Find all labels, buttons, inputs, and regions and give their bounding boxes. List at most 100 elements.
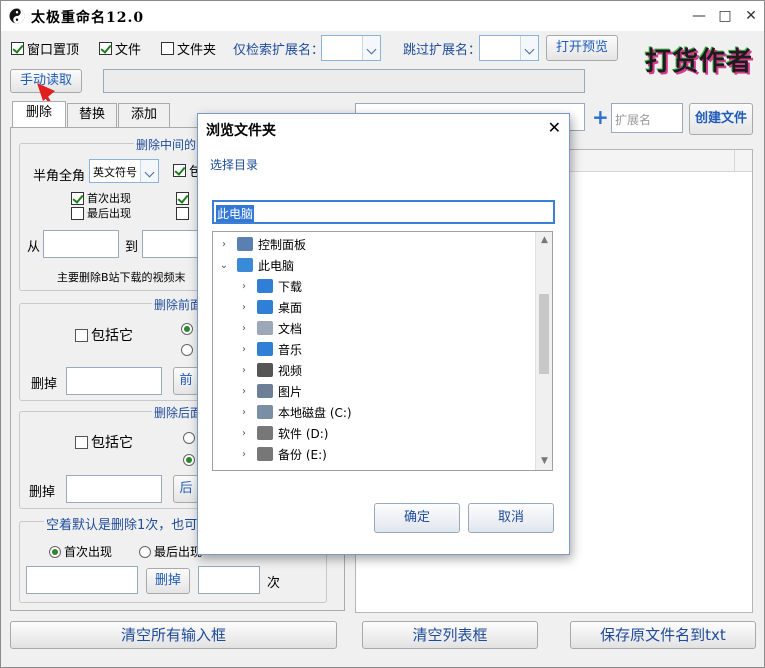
dialog-path-field[interactable]: 此电脑: [212, 200, 555, 224]
back-delete-input[interactable]: [66, 475, 162, 503]
checkbox-checked-icon: [11, 41, 24, 55]
dialog-title: 浏览文件夹: [206, 123, 276, 139]
count-times-input[interactable]: [198, 566, 260, 594]
tree-scrollbar[interactable]: ▲ ▼: [535, 232, 552, 470]
to-label: 到: [125, 240, 139, 255]
back-include-checkbox[interactable]: 包括它: [75, 433, 133, 451]
tree-item[interactable]: › 软件 (D:): [237, 423, 328, 443]
extension-placeholder: 扩展名: [615, 113, 652, 127]
maximize-button[interactable]: □: [713, 5, 737, 27]
tree-item[interactable]: › 图片: [237, 381, 302, 401]
cancel-button[interactable]: 取消: [468, 503, 554, 533]
tree-item[interactable]: › 文档: [237, 318, 302, 338]
chevron-down-icon: [362, 36, 380, 60]
back-radio-2[interactable]: [183, 454, 195, 466]
pin-window-checkbox[interactable]: 窗口置顶: [11, 39, 79, 58]
dialog-path-value: 此电脑: [216, 205, 255, 222]
count-delete-button[interactable]: 删掉: [146, 568, 190, 594]
tree-item-label: 控制面板: [258, 237, 307, 252]
tab-replace[interactable]: 替换: [67, 103, 117, 127]
tree-item[interactable]: › 本地磁盘 (C:): [237, 402, 352, 422]
chevron-right-icon[interactable]: ›: [237, 365, 251, 376]
tree-item[interactable]: ⌄ 此电脑: [217, 255, 294, 275]
tree-item[interactable]: › 视频: [237, 360, 302, 380]
chevron-right-icon[interactable]: ›: [237, 428, 251, 439]
file-checkbox[interactable]: 文件: [99, 39, 141, 58]
checkbox-checked-icon: [173, 163, 186, 177]
chevron-right-icon[interactable]: ›: [237, 302, 251, 313]
scroll-down-icon[interactable]: ▼: [536, 453, 552, 470]
checkbox-unchecked-icon: [176, 206, 189, 220]
dialog-close-icon[interactable]: ✕: [548, 118, 561, 137]
chevron-right-icon[interactable]: ›: [237, 386, 251, 397]
symbol-select-value: 英文符号: [93, 166, 137, 179]
clear-list-button[interactable]: 清空列表框: [362, 621, 538, 649]
music-icon: [257, 342, 273, 356]
chevron-right-icon[interactable]: ›: [237, 407, 251, 418]
search-ext-select[interactable]: [321, 35, 381, 61]
minimize-button[interactable]: —: [687, 5, 711, 27]
radio-unselected-icon: [139, 545, 151, 558]
extension-input[interactable]: 扩展名: [611, 103, 683, 133]
chevron-right-icon[interactable]: ›: [237, 323, 251, 334]
front-radio-2[interactable]: [181, 344, 193, 356]
count-first-label: 首次出现: [64, 545, 113, 559]
tree-item-label: 音乐: [278, 342, 303, 357]
clear-inputs-button[interactable]: 清空所有输入框: [10, 621, 337, 649]
close-button[interactable]: ✕: [739, 5, 763, 27]
create-file-button[interactable]: 创建文件: [689, 103, 753, 135]
folder-checkbox[interactable]: 文件夹: [161, 39, 216, 58]
tree-item[interactable]: › 下载: [237, 276, 302, 296]
skip-ext-select[interactable]: [479, 35, 539, 61]
tree-item[interactable]: › 控制面板: [217, 234, 306, 254]
front-delete-button[interactable]: 前: [173, 367, 199, 395]
delete-count-title: 空着默认是删除1次，也可填: [44, 518, 213, 533]
from-input[interactable]: [43, 230, 119, 258]
drive-c-icon: [257, 405, 273, 419]
count-last-radio[interactable]: 最后出现: [139, 543, 202, 560]
tree-item-label: 备份 (E:): [278, 447, 327, 462]
document-icon: [257, 321, 273, 335]
back-delete-button[interactable]: 后: [173, 475, 199, 503]
tree-item[interactable]: › 桌面: [237, 297, 302, 317]
front-delete-input[interactable]: [66, 367, 162, 395]
count-text-input[interactable]: [26, 566, 138, 594]
drive-e-icon: [257, 447, 273, 461]
tab-delete[interactable]: 删除: [12, 101, 66, 127]
chevron-right-icon[interactable]: ›: [237, 449, 251, 460]
path-field[interactable]: [103, 69, 585, 93]
chevron-right-icon[interactable]: ›: [217, 239, 231, 250]
search-ext-label: 仅检索扩展名：: [233, 43, 325, 58]
count-last-label: 最后出现: [154, 545, 203, 559]
front-include-checkbox[interactable]: 包括它: [75, 326, 133, 344]
from-label: 从: [27, 240, 41, 255]
tree-item-label: 软件 (D:): [278, 426, 329, 441]
chevron-down-icon[interactable]: ⌄: [217, 260, 231, 271]
symbol-select[interactable]: 英文符号: [89, 159, 159, 183]
skip-ext-label: 跳过扩展名：: [403, 43, 482, 58]
back-include-label: 包括它: [91, 435, 133, 451]
chevron-right-icon[interactable]: ›: [237, 281, 251, 292]
last-occurrence-checkbox[interactable]: 最后出现: [71, 204, 131, 222]
back-radio-1[interactable]: [183, 432, 195, 444]
tree-item[interactable]: › 音乐: [237, 339, 302, 359]
title-bar[interactable]: 太极重命名12.0 — □ ✕: [1, 1, 764, 31]
open-preview-button[interactable]: 打开预览: [546, 35, 618, 61]
checkbox-unchecked-icon: [161, 41, 174, 55]
ok-button[interactable]: 确定: [374, 503, 460, 533]
folder-tree[interactable]: ▲ ▼ › 控制面板 ⌄ 此电脑 › 下载 › 桌面 › 文档 › 音乐 › 视频 › 图片 › 本地磁盘 (C:…: [212, 231, 553, 471]
tree-item-label: 图片: [278, 384, 303, 399]
chevron-right-icon[interactable]: ›: [237, 344, 251, 355]
scroll-thumb[interactable]: [539, 294, 549, 374]
tree-item[interactable]: › 备份 (E:): [237, 444, 327, 464]
front-radio-1[interactable]: [181, 323, 193, 335]
last-occurrence-label: 最后出现: [87, 207, 131, 220]
to-input[interactable]: [142, 230, 202, 258]
last-occurrence-checkbox-2[interactable]: [176, 204, 192, 222]
scroll-up-icon[interactable]: ▲: [536, 232, 552, 249]
chevron-down-icon: [140, 160, 158, 182]
count-first-radio[interactable]: 首次出现: [49, 543, 112, 560]
tab-add[interactable]: 添加: [118, 103, 170, 127]
back-delete-label: 删掉: [29, 485, 56, 500]
download-icon: [257, 279, 273, 293]
